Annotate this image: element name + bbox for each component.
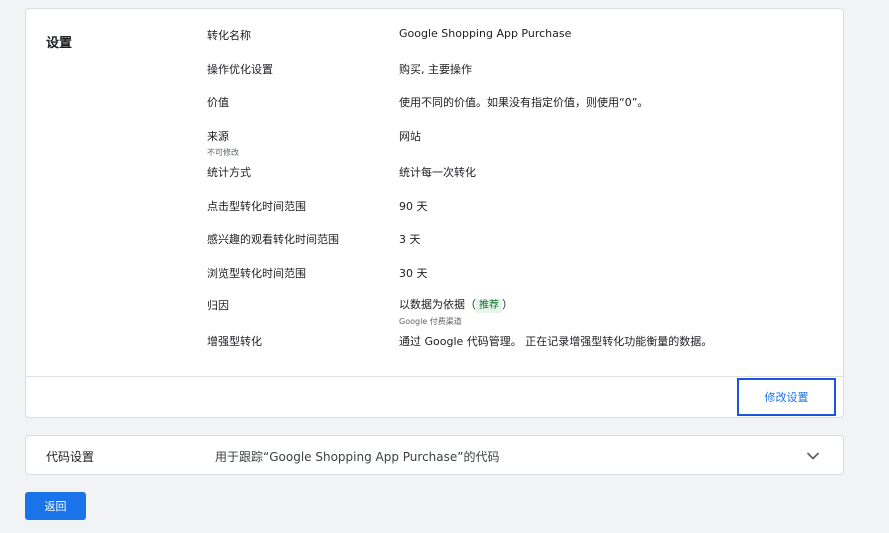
row-label-action-optimization: 操作优化设置	[207, 63, 273, 76]
row-value-click-window: 90 天	[399, 200, 428, 213]
settings-title: 设置	[46, 36, 73, 51]
row-label-source: 来源 不可修改	[207, 128, 239, 158]
attribution-model: 以数据为依据（	[399, 298, 476, 311]
attribution-suffix: ）	[502, 298, 513, 311]
row-value-action-optimization: 购买, 主要操作	[399, 63, 472, 76]
code-settings-title: 代码设置	[46, 450, 95, 464]
row-value-counting: 统计每一次转化	[399, 166, 476, 179]
row-label-counting: 统计方式	[207, 166, 251, 179]
row-label-attribution: 归因	[207, 299, 229, 312]
code-settings-description: 用于跟踪“Google Shopping App Purchase”的代码	[215, 450, 500, 464]
row-value-value: 使用不同的价值。如果没有指定价值，则使用“0”。	[399, 96, 649, 109]
back-button[interactable]: 返回	[25, 492, 86, 520]
row-value-enhanced-conversions: 通过 Google 代码管理。 正在记录增强型转化功能衡量的数据。	[399, 335, 713, 348]
attribution-subvalue: Google 付费渠道	[399, 317, 462, 326]
card-divider	[26, 376, 843, 377]
code-settings-panel[interactable]: 代码设置 用于跟踪“Google Shopping App Purchase”的…	[25, 435, 844, 475]
row-value-attribution: 以数据为依据（ 推荐） Google 付费渠道	[399, 296, 513, 327]
edit-settings-button[interactable]: 修改设置	[737, 378, 836, 416]
row-label-view-through-window: 浏览型转化时间范围	[207, 267, 306, 280]
row-label-enhanced-conversions: 增强型转化	[207, 335, 262, 348]
row-label-source-text: 来源	[207, 130, 229, 143]
row-sublabel-source: 不可修改	[207, 148, 239, 157]
row-label-value: 价值	[207, 96, 229, 109]
recommended-badge: 推荐	[476, 299, 502, 313]
settings-card: 设置 转化名称 Google Shopping App Purchase 操作优…	[25, 8, 844, 418]
row-label-conversion-name: 转化名称	[207, 29, 251, 42]
chevron-down-icon[interactable]	[805, 448, 821, 464]
row-label-click-window: 点击型转化时间范围	[207, 200, 306, 213]
row-value-source: 网站	[399, 130, 421, 143]
row-value-view-through-window: 30 天	[399, 267, 428, 280]
row-value-engaged-view-window: 3 天	[399, 233, 421, 246]
row-label-engaged-view-window: 感兴趣的观看转化时间范围	[207, 233, 339, 246]
row-value-conversion-name: Google Shopping App Purchase	[399, 27, 572, 40]
